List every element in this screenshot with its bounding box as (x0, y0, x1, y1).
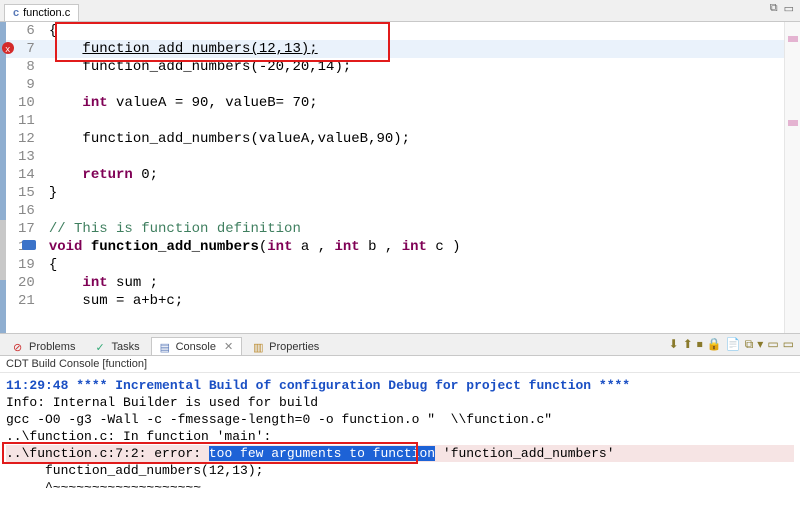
console-toolbar-icon-4[interactable]: 📄 (726, 337, 741, 352)
line-number: 10 (0, 94, 45, 112)
right-overview-ruler (784, 22, 800, 333)
code-line[interactable]: 15} (0, 184, 800, 202)
code-text: sum = a+b+c; (45, 292, 800, 310)
line-number: 8 (0, 58, 45, 76)
overview-ruler (0, 22, 6, 333)
code-text (45, 148, 800, 166)
view-tab-label: Tasks (111, 341, 139, 353)
code-text: void function_add_numbers(int a , int b … (45, 238, 800, 256)
console-body[interactable]: 11:29:48 **** Incremental Build of confi… (0, 373, 800, 515)
code-line[interactable]: 12 function_add_numbers(valueA,valueB,90… (0, 130, 800, 148)
view-tab-properties[interactable]: Properties (244, 338, 328, 355)
code-line[interactable]: 14 return 0; (0, 166, 800, 184)
console-line: ^~~~~~~~~~~~~~~~~~~~ (6, 479, 794, 496)
line-number: 14 (0, 166, 45, 184)
view-tab-label: Console (176, 341, 216, 353)
line-number: 9 (0, 76, 45, 94)
bottom-panel: Problems Tasks Console ✕ Properties ⬇ ⬆ ⏹ 🔒 📄 ⧉▾ ▭ ▭… (0, 334, 800, 515)
code-line[interactable]: 21 sum = a+b+c; (0, 292, 800, 310)
code-table: 6{7 function_add_numbers(12,13);8 functi… (0, 22, 800, 310)
view-tab-label: Problems (29, 341, 75, 353)
code-line[interactable]: 13 (0, 148, 800, 166)
code-text: return 0; (45, 166, 800, 184)
error-highlight: too few arguments to function (209, 446, 435, 461)
console-line: 11:29:48 **** Incremental Build of confi… (6, 377, 794, 394)
code-text (45, 112, 800, 130)
code-text: int sum ; (45, 274, 800, 292)
editor-pane[interactable]: 6{7 function_add_numbers(12,13);8 functi… (0, 22, 800, 334)
err-icon (13, 341, 25, 353)
code-text (45, 202, 800, 220)
code-text (45, 76, 800, 94)
line-number: 15 (0, 184, 45, 202)
console-toolbar-icon-8[interactable]: ▭ (783, 337, 794, 352)
code-line[interactable]: 17// This is function definition (0, 220, 800, 238)
console-toolbar: ⬇ ⬆ ⏹ 🔒 📄 ⧉▾ ▭ ▭ (669, 337, 794, 352)
code-line[interactable]: 9 (0, 76, 800, 94)
code-line[interactable]: 6{ (0, 22, 800, 40)
error-marker-icon[interactable] (2, 42, 14, 54)
code-line[interactable]: 18void function_add_numbers(int a , int … (0, 238, 800, 256)
code-text: { (45, 256, 800, 274)
code-text: function_add_numbers(valueA,valueB,90); (45, 130, 800, 148)
line-number: 6 (0, 22, 45, 40)
console-toolbar-icon-7[interactable]: ▭ (767, 337, 778, 352)
override-indicator-icon[interactable] (22, 240, 36, 250)
console-toolbar-icon-6[interactable]: ▾ (757, 337, 763, 352)
views-tabbar: Problems Tasks Console ✕ Properties ⬇ ⬆ ⏹ 🔒 📄 ⧉▾ ▭ ▭ (0, 334, 800, 356)
code-line[interactable]: 20 int sum ; (0, 274, 800, 292)
line-number: 20 (0, 274, 45, 292)
view-tab-problems[interactable]: Problems (4, 338, 84, 355)
view-tab-console[interactable]: Console ✕ (151, 337, 243, 355)
code-line[interactable]: 8 function_add_numbers(-20,20,14); (0, 58, 800, 76)
console-toolbar-icon-3[interactable]: 🔒 (707, 337, 722, 352)
line-number: 19 (0, 256, 45, 274)
console-line: Info: Internal Builder is used for build (6, 394, 794, 411)
code-line[interactable]: 7 function_add_numbers(12,13); (0, 40, 800, 58)
code-line[interactable]: 11 (0, 112, 800, 130)
line-number: 11 (0, 112, 45, 130)
view-tab-label: Properties (269, 341, 319, 353)
line-number: 21 (0, 292, 45, 310)
console-line: ..\function.c:7:2: error: too few argume… (6, 445, 794, 462)
task-icon (95, 341, 107, 353)
editor-tabbar: c function.c ⧉ ▭ (0, 0, 800, 22)
prop-icon (253, 341, 265, 353)
line-number: 12 (0, 130, 45, 148)
code-text: function_add_numbers(12,13); (45, 40, 800, 58)
code-text: { (45, 22, 800, 40)
code-text: } (45, 184, 800, 202)
code-text: // This is function definition (45, 220, 800, 238)
console-toolbar-icon-2[interactable]: ⏹ (697, 337, 703, 352)
line-number: 13 (0, 148, 45, 166)
code-line[interactable]: 19{ (0, 256, 800, 274)
c-file-icon: c (13, 7, 19, 19)
restore-icon[interactable]: ⧉ (770, 2, 778, 15)
console-title: CDT Build Console [function] (0, 356, 800, 373)
console-line: ..\function.c: In function 'main': (6, 428, 794, 445)
cons-icon (160, 341, 172, 353)
code-line[interactable]: 10 int valueA = 90, valueB= 70; (0, 94, 800, 112)
console-toolbar-icon-5[interactable]: ⧉ (745, 337, 754, 352)
editor-tab-label: function.c (23, 7, 70, 19)
line-number: 17 (0, 220, 45, 238)
console-line: gcc -O0 -g3 -Wall -c -fmessage-length=0 … (6, 411, 794, 428)
code-text: function_add_numbers(-20,20,14); (45, 58, 800, 76)
console-line: function_add_numbers(12,13); (6, 462, 794, 479)
code-text: int valueA = 90, valueB= 70; (45, 94, 800, 112)
editor-tab-function-c[interactable]: c function.c (4, 4, 79, 21)
console-toolbar-icon-1[interactable]: ⬆ (683, 337, 693, 352)
view-tab-tasks[interactable]: Tasks (86, 338, 148, 355)
console-toolbar-icon-0[interactable]: ⬇ (669, 337, 679, 352)
overview-ruler-segment (0, 220, 6, 280)
code-line[interactable]: 16 (0, 202, 800, 220)
line-number: 16 (0, 202, 45, 220)
maximize-icon[interactable]: ▭ (784, 2, 794, 15)
editor-tab-controls: ⧉ ▭ (770, 2, 794, 15)
close-icon[interactable]: ✕ (224, 340, 233, 353)
